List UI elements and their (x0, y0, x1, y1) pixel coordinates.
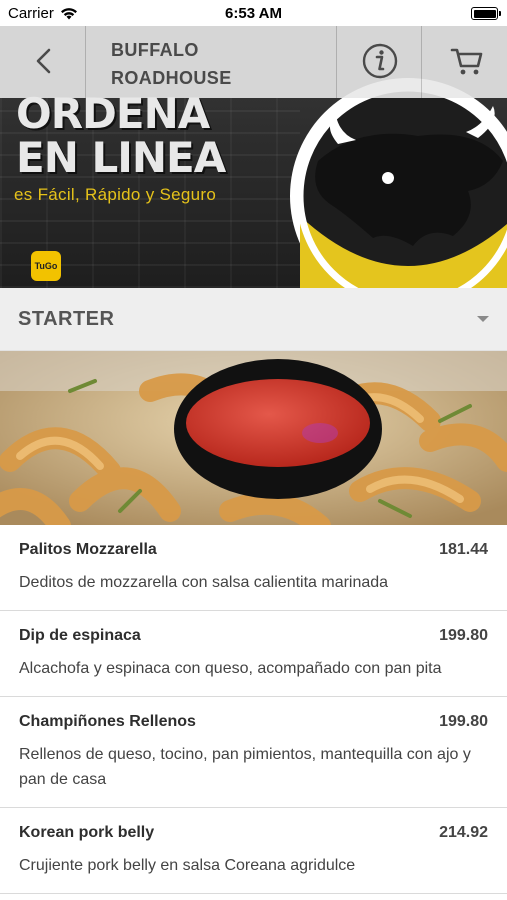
tugo-badge: TuGo (31, 251, 61, 281)
info-icon (362, 43, 398, 79)
cart-icon (450, 48, 483, 75)
menu-item[interactable]: Korean pork belly 214.92 Crujiente pork … (0, 808, 507, 894)
restaurant-title-line2: ROADHOUSE (111, 68, 232, 88)
back-button[interactable] (0, 26, 86, 98)
menu-item-price: 199.80 (439, 627, 488, 644)
promo-subtitle: es Fácil, Rápido y Seguro (14, 185, 217, 204)
restaurant-title: BUFFALO ROADHOUSE (111, 36, 311, 92)
category-food-image (0, 351, 507, 525)
cart-button[interactable] (422, 26, 507, 98)
info-button[interactable] (336, 26, 422, 98)
status-time: 6:53 AM (225, 5, 282, 22)
menu-item-description: Crujiente pork belly en salsa Coreana ag… (19, 857, 356, 874)
menu-item-price: 199.80 (439, 713, 488, 730)
buffalo-logo (290, 78, 507, 288)
category-header-starter[interactable]: STARTER (0, 288, 507, 351)
menu-item-price: 214.92 (439, 824, 488, 841)
menu-item-price: 181.44 (439, 541, 488, 558)
menu-item[interactable]: Palitos Mozzarella 181.44 Deditos de moz… (0, 525, 507, 611)
menu-item-description: Alcachofa y espinaca con queso, acompaña… (19, 660, 442, 677)
chevron-left-icon (36, 48, 51, 74)
promo-title: ORDENA EN LINEA (16, 89, 226, 182)
menu-item-name: Korean pork belly (19, 824, 155, 841)
menu-item-name: Dip de espinaca (19, 627, 141, 644)
menu-item-name: Palitos Mozzarella (19, 541, 157, 558)
restaurant-title-line1: BUFFALO (111, 40, 199, 60)
menu-item-description: Rellenos de queso, tocino, pan pimientos… (19, 746, 471, 788)
promo-title-line2: EN LINEA (16, 133, 226, 182)
chevron-down-icon (477, 316, 489, 322)
menu-item-name: Champiñones Rellenos (19, 713, 196, 730)
fried-calamari-photo (0, 351, 507, 525)
menu-item-description: Deditos de mozzarella con salsa calienti… (19, 574, 389, 591)
menu-list: Palitos Mozzarella 181.44 Deditos de moz… (0, 525, 507, 894)
category-label: STARTER (18, 308, 115, 330)
promo-title-line1: ORDENA (16, 89, 210, 138)
menu-item[interactable]: Champiñones Rellenos 199.80 Rellenos de … (0, 697, 507, 808)
status-bar: Carrier 6:53 AM (0, 0, 507, 26)
nav-bar: BUFFALO ROADHOUSE (0, 26, 507, 98)
battery-icon (471, 7, 501, 20)
menu-item[interactable]: Dip de espinaca 199.80 Alcachofa y espin… (0, 611, 507, 697)
